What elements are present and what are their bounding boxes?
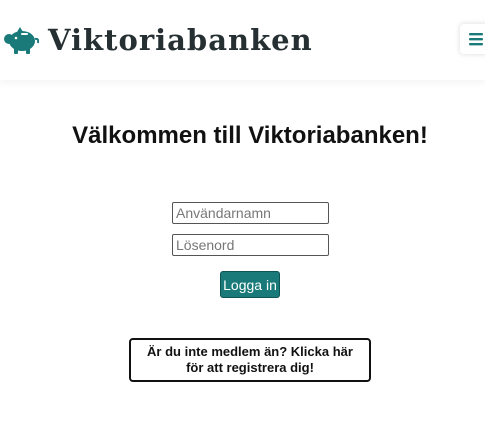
- hamburger-menu-icon: [469, 33, 483, 46]
- site-header: Viktoriabanken: [0, 0, 485, 80]
- piggy-bank-icon: [4, 27, 39, 54]
- brand-name: Viktoriabanken: [48, 23, 313, 57]
- page-title: Välkommen till Viktoriabanken!: [72, 122, 428, 149]
- login-button[interactable]: Logga in: [220, 271, 280, 298]
- password-input[interactable]: [172, 234, 329, 256]
- username-input[interactable]: [172, 202, 329, 224]
- brand-logo-link[interactable]: Viktoriabanken: [3, 23, 313, 57]
- menu-button[interactable]: [460, 24, 485, 54]
- register-link[interactable]: Är du inte medlem än? Klicka här för att…: [129, 338, 371, 382]
